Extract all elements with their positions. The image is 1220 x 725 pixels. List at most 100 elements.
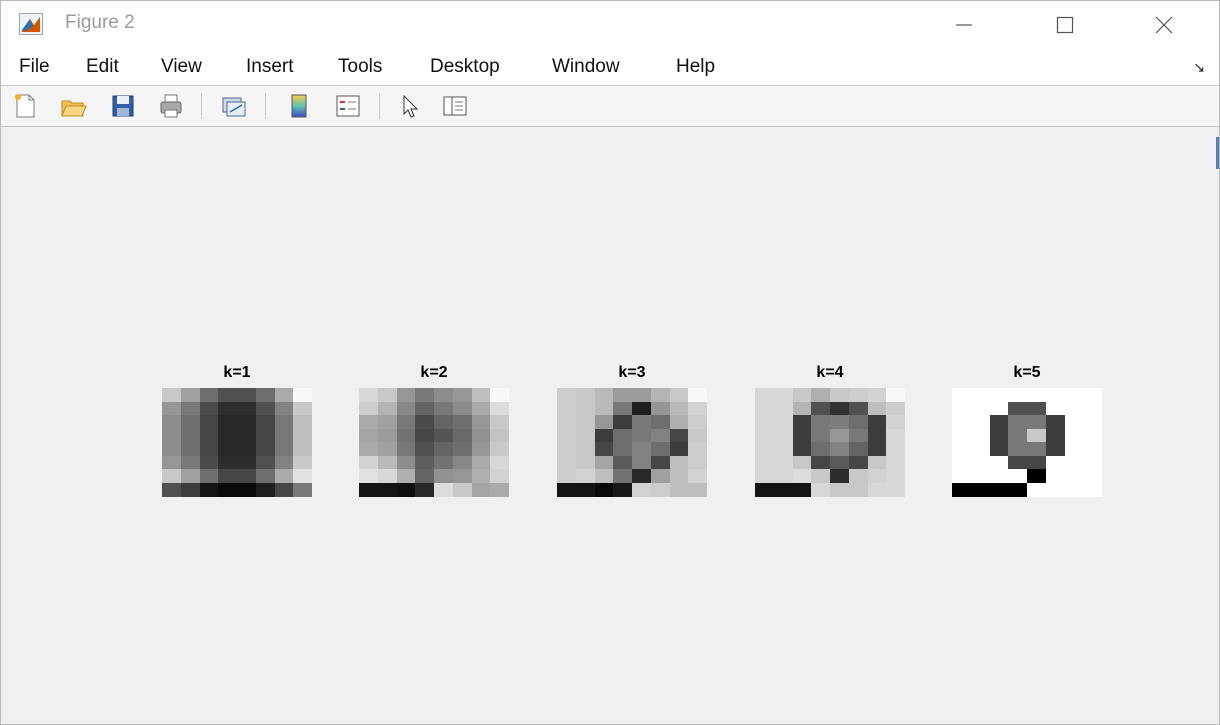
image-cell bbox=[1045, 428, 1065, 443]
image-cell bbox=[377, 455, 397, 470]
image-cell bbox=[1064, 482, 1084, 497]
maximize-button[interactable] bbox=[1038, 7, 1090, 41]
menu-tools[interactable]: Tools bbox=[338, 56, 382, 78]
image-cell bbox=[952, 442, 971, 456]
image-cell bbox=[293, 428, 313, 443]
image-cell bbox=[452, 415, 472, 429]
image-cell bbox=[293, 415, 313, 429]
image-cell bbox=[848, 415, 868, 429]
figure-canvas[interactable]: k=1 k=2 k=3 k=4 k=5 bbox=[1, 127, 1219, 724]
image-cell bbox=[811, 469, 831, 483]
image-cell bbox=[952, 428, 971, 443]
menu-desktop[interactable]: Desktop bbox=[430, 56, 500, 78]
image-cell bbox=[162, 469, 181, 483]
image-cell bbox=[1045, 415, 1065, 429]
image-cell bbox=[490, 455, 510, 470]
image-cell bbox=[218, 469, 238, 483]
image-cell bbox=[471, 455, 491, 470]
image-cell bbox=[180, 469, 200, 483]
image-cell bbox=[199, 428, 219, 443]
image-cell bbox=[830, 442, 849, 456]
image-cell bbox=[377, 469, 397, 483]
menu-help[interactable]: Help bbox=[676, 56, 715, 78]
image-cell bbox=[274, 401, 294, 416]
image-cell bbox=[471, 482, 491, 497]
print-icon[interactable] bbox=[157, 92, 185, 120]
image-cell bbox=[669, 442, 689, 456]
subplot-title: k=1 bbox=[223, 364, 251, 381]
subplot-title: k=2 bbox=[420, 364, 448, 381]
image-cell bbox=[773, 469, 793, 483]
open-file-icon[interactable] bbox=[59, 92, 87, 120]
image-cell bbox=[1008, 455, 1028, 470]
image-cell bbox=[359, 455, 378, 470]
image-cell bbox=[594, 455, 614, 470]
menu-view[interactable]: View bbox=[161, 56, 202, 78]
image-cell bbox=[218, 401, 238, 416]
image-cell bbox=[162, 428, 181, 443]
menu-insert[interactable]: Insert bbox=[246, 56, 294, 78]
image-cell bbox=[632, 415, 651, 429]
image-cell bbox=[452, 401, 472, 416]
image-cell bbox=[199, 469, 219, 483]
image-cell bbox=[792, 388, 812, 402]
image-cell bbox=[952, 388, 971, 402]
title-bar[interactable]: Figure 2 bbox=[1, 1, 1219, 47]
save-icon[interactable] bbox=[109, 92, 137, 120]
image-cell bbox=[952, 401, 971, 416]
close-button[interactable] bbox=[1137, 7, 1189, 41]
image-cell bbox=[490, 482, 510, 497]
minimize-button[interactable] bbox=[937, 7, 989, 41]
image-cell bbox=[490, 428, 510, 443]
image-cell bbox=[755, 469, 774, 483]
property-inspector-icon[interactable] bbox=[441, 92, 469, 120]
image-cell bbox=[867, 428, 887, 443]
image-cell bbox=[1083, 428, 1103, 443]
image-cell bbox=[970, 469, 990, 483]
image-cell bbox=[255, 482, 275, 497]
toolbar-separator bbox=[201, 93, 202, 119]
image-cell bbox=[490, 401, 510, 416]
image-cell bbox=[274, 469, 294, 483]
image-cell bbox=[452, 428, 472, 443]
image-cell bbox=[575, 415, 595, 429]
menu-edit[interactable]: Edit bbox=[86, 56, 119, 78]
image-cell bbox=[1027, 388, 1046, 402]
image-cell bbox=[180, 415, 200, 429]
image-cell bbox=[632, 428, 651, 443]
insert-legend-icon[interactable] bbox=[334, 92, 362, 120]
image-cell bbox=[773, 415, 793, 429]
toolbar bbox=[1, 86, 1219, 127]
menu-file[interactable]: File bbox=[19, 56, 50, 78]
image-cell bbox=[396, 401, 416, 416]
image-cell bbox=[452, 455, 472, 470]
image-cell bbox=[199, 442, 219, 456]
image-cell bbox=[1008, 482, 1028, 497]
image-cell bbox=[1064, 455, 1084, 470]
image-cell bbox=[1027, 442, 1046, 456]
new-figure-icon[interactable] bbox=[11, 92, 39, 120]
insert-colorbar-icon[interactable] bbox=[285, 92, 313, 120]
image-cell bbox=[452, 469, 472, 483]
edit-plot-arrow-icon[interactable] bbox=[397, 92, 425, 120]
menu-bar: File Edit View Insert Tools Desktop Wind… bbox=[1, 47, 1219, 86]
image-cell bbox=[452, 482, 472, 497]
image-cell bbox=[970, 401, 990, 416]
menu-window[interactable]: Window bbox=[552, 56, 620, 78]
image-cell bbox=[396, 455, 416, 470]
image-cell bbox=[396, 469, 416, 483]
image-cell bbox=[1008, 388, 1028, 402]
image-cell bbox=[293, 469, 313, 483]
image-cell bbox=[1027, 469, 1046, 483]
image-cell bbox=[471, 428, 491, 443]
image-grid bbox=[359, 388, 510, 497]
image-cell bbox=[575, 469, 595, 483]
image-cell bbox=[471, 442, 491, 456]
image-cell bbox=[811, 428, 831, 443]
dock-arrow-icon[interactable]: ↘ bbox=[1193, 59, 1205, 76]
image-cell bbox=[434, 388, 453, 402]
image-cell bbox=[293, 401, 313, 416]
image-cell bbox=[434, 401, 453, 416]
image-cell bbox=[274, 455, 294, 470]
link-plot-icon[interactable] bbox=[219, 92, 247, 120]
